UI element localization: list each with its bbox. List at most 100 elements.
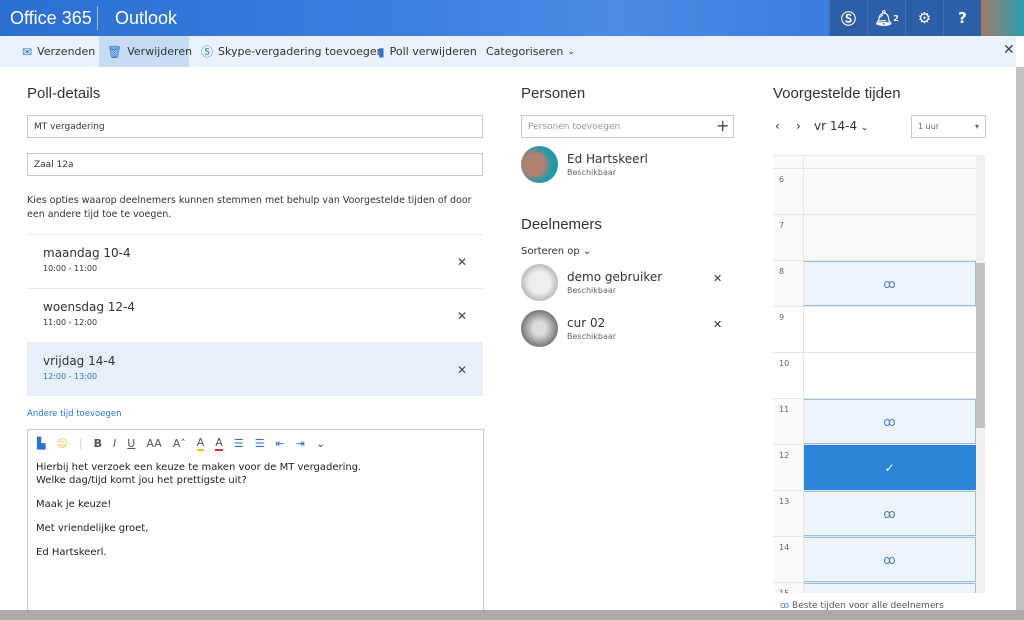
- remove-icon[interactable]: ✕: [457, 363, 467, 377]
- poll-details-title: Poll-details: [27, 85, 101, 102]
- hour-label: 10: [779, 359, 790, 368]
- page-scrollbar[interactable]: [1016, 67, 1024, 610]
- remove-icon[interactable]: ✕: [713, 318, 722, 331]
- body-line: Welke dag/tijd komt jou het prettigste u…: [36, 475, 247, 486]
- avatar: [521, 146, 558, 183]
- highlight-icon[interactable]: A: [196, 436, 205, 451]
- remove-icon[interactable]: ✕: [457, 255, 467, 269]
- time-option[interactable]: woensdag 12-4 11:00 - 12:00 ✕: [27, 288, 483, 342]
- italic-icon[interactable]: I: [113, 437, 116, 450]
- option-time: 10:00 - 11:00: [43, 264, 98, 273]
- poll-icon: ▮: [378, 44, 385, 59]
- remove-icon[interactable]: ✕: [457, 309, 467, 323]
- message-editor[interactable]: ▙ ☺ | B I U AA A˄ A A ☰ ☰ ⇤ ⇥ ⌄ Hierbij …: [27, 429, 484, 619]
- sort-dropdown[interactable]: Sorteren op ⌄: [521, 246, 591, 257]
- skype-icon[interactable]: Ⓢ: [829, 0, 867, 36]
- duration-label: 1 uur: [918, 122, 940, 131]
- suggested-slot[interactable]: ꝏ: [803, 537, 976, 582]
- hour-label: 8: [779, 267, 785, 276]
- next-icon[interactable]: ›: [796, 119, 801, 133]
- categorize-button[interactable]: Categoriseren ⌄: [478, 36, 583, 67]
- suggested-slot[interactable]: ꝏ: [803, 399, 976, 444]
- hour-label: 13: [779, 497, 790, 506]
- hour-label: 11: [779, 405, 790, 414]
- plus-icon[interactable]: +: [716, 116, 729, 135]
- body-line: Ed Hartskeerl.: [36, 547, 107, 558]
- dropdown-icon: ▾: [974, 122, 979, 131]
- attendee-item: cur 02 Beschikbaar: [567, 316, 616, 341]
- suggested-slot[interactable]: ꝏ: [803, 491, 976, 536]
- mail-icon: ✉: [22, 44, 33, 59]
- font-color-icon[interactable]: A: [215, 436, 223, 451]
- grid-scrollbar[interactable]: [976, 155, 985, 593]
- chevron-down-icon: ⌄: [860, 123, 869, 133]
- date-picker[interactable]: vr 14-4 ⌄: [814, 119, 868, 133]
- check-icon: ✓: [884, 460, 895, 475]
- app-name[interactable]: Outlook: [115, 8, 177, 29]
- person-status: Beschikbaar: [567, 332, 617, 341]
- grow-font-icon[interactable]: A˄: [173, 437, 186, 450]
- hour-label: 15: [779, 589, 789, 593]
- duration-select[interactable]: 1 uur ▾: [911, 115, 986, 138]
- selected-slot[interactable]: ✓: [803, 445, 976, 490]
- organizer: Ed Hartskeerl Beschikbaar: [567, 152, 648, 177]
- underline-icon[interactable]: U: [127, 437, 135, 450]
- hour-label: 9: [779, 313, 785, 322]
- brand[interactable]: Office 365: [10, 8, 92, 29]
- horizontal-scrollbar[interactable]: [0, 610, 1024, 620]
- time-option-selected[interactable]: vrijdag 14-4 12:00 - 13:00 ✕: [27, 342, 483, 396]
- person-name: Ed Hartskeerl: [567, 152, 648, 166]
- more-chevron-icon[interactable]: ⌄: [316, 437, 325, 450]
- person-status: Beschikbaar: [567, 286, 617, 295]
- user-avatar[interactable]: [981, 0, 1024, 36]
- subject-input[interactable]: MT vergadering: [27, 115, 483, 138]
- delete-poll-button[interactable]: ▮ Poll verwijderen: [370, 36, 485, 67]
- suggested-slot[interactable]: ꝏ: [803, 583, 976, 593]
- bullets-icon[interactable]: ☰: [234, 437, 244, 450]
- persons-title: Personen: [521, 85, 586, 102]
- indent-icon[interactable]: ⇥: [296, 437, 305, 450]
- avatar: [521, 310, 558, 347]
- bold-icon[interactable]: B: [94, 437, 102, 450]
- add-persons-input[interactable]: Personen toevoegen: [521, 115, 734, 138]
- outdent-icon[interactable]: ⇤: [276, 437, 285, 450]
- send-label: Verzenden: [37, 45, 96, 58]
- body-line: Maak je keuze!: [36, 499, 112, 510]
- font-size-icon[interactable]: AA: [146, 437, 161, 450]
- send-button[interactable]: ✉ Verzenden: [14, 36, 103, 67]
- skype-meeting-button[interactable]: Ⓢ Skype-vergadering toevoegen: [193, 36, 392, 67]
- remove-icon[interactable]: ✕: [713, 272, 722, 285]
- people-icon: ꝏ: [883, 506, 896, 521]
- numbering-icon[interactable]: ☰: [255, 437, 265, 450]
- attendees-title: Deelnemers: [521, 216, 602, 233]
- location-input[interactable]: Zaal 12a: [27, 153, 483, 176]
- option-time: 11:00 - 12:00: [43, 318, 98, 327]
- gear-icon[interactable]: ⚙: [905, 0, 943, 36]
- format-toolbar: ▙ ☺ | B I U AA A˄ A A ☰ ☰ ⇤ ⇥ ⌄: [28, 430, 483, 457]
- skype-label: Skype-vergadering toevoegen: [218, 45, 384, 58]
- add-time-link[interactable]: Andere tijd toevoegen: [27, 409, 121, 419]
- delete-button[interactable]: 🗑︎ Verwijderen: [99, 36, 193, 67]
- instructions: Kies opties waarop deelnemers kunnen ste…: [27, 195, 472, 220]
- suggested-title: Voorgestelde tijden: [773, 85, 901, 102]
- sort-label: Sorteren op: [521, 246, 580, 257]
- divider: [803, 156, 804, 593]
- prev-icon[interactable]: ‹: [775, 119, 780, 133]
- bell-icon[interactable]: 🔔︎ 2: [867, 0, 905, 36]
- people-icon: ꝏ: [883, 552, 896, 567]
- option-day: vrijdag 14-4: [43, 354, 116, 368]
- delete-label: Verwijderen: [127, 45, 193, 58]
- option-day: woensdag 12-4: [43, 300, 136, 314]
- close-icon[interactable]: ✕: [1003, 42, 1015, 58]
- suggested-slot[interactable]: ꝏ: [803, 261, 976, 306]
- emoji-icon[interactable]: ☺: [56, 437, 67, 450]
- time-option[interactable]: maandag 10-4 10:00 - 11:00 ✕: [27, 234, 483, 288]
- hour-label: 6: [779, 175, 785, 184]
- image-icon[interactable]: ▙: [37, 437, 45, 450]
- date-label: vr 14-4: [814, 119, 858, 133]
- people-icon: ꝏ: [883, 276, 896, 291]
- help-icon[interactable]: ?: [943, 0, 981, 36]
- body-line: Met vriendelijke groet,: [36, 523, 149, 534]
- chevron-down-icon: ⌄: [567, 46, 575, 57]
- skype-icon: Ⓢ: [201, 45, 214, 59]
